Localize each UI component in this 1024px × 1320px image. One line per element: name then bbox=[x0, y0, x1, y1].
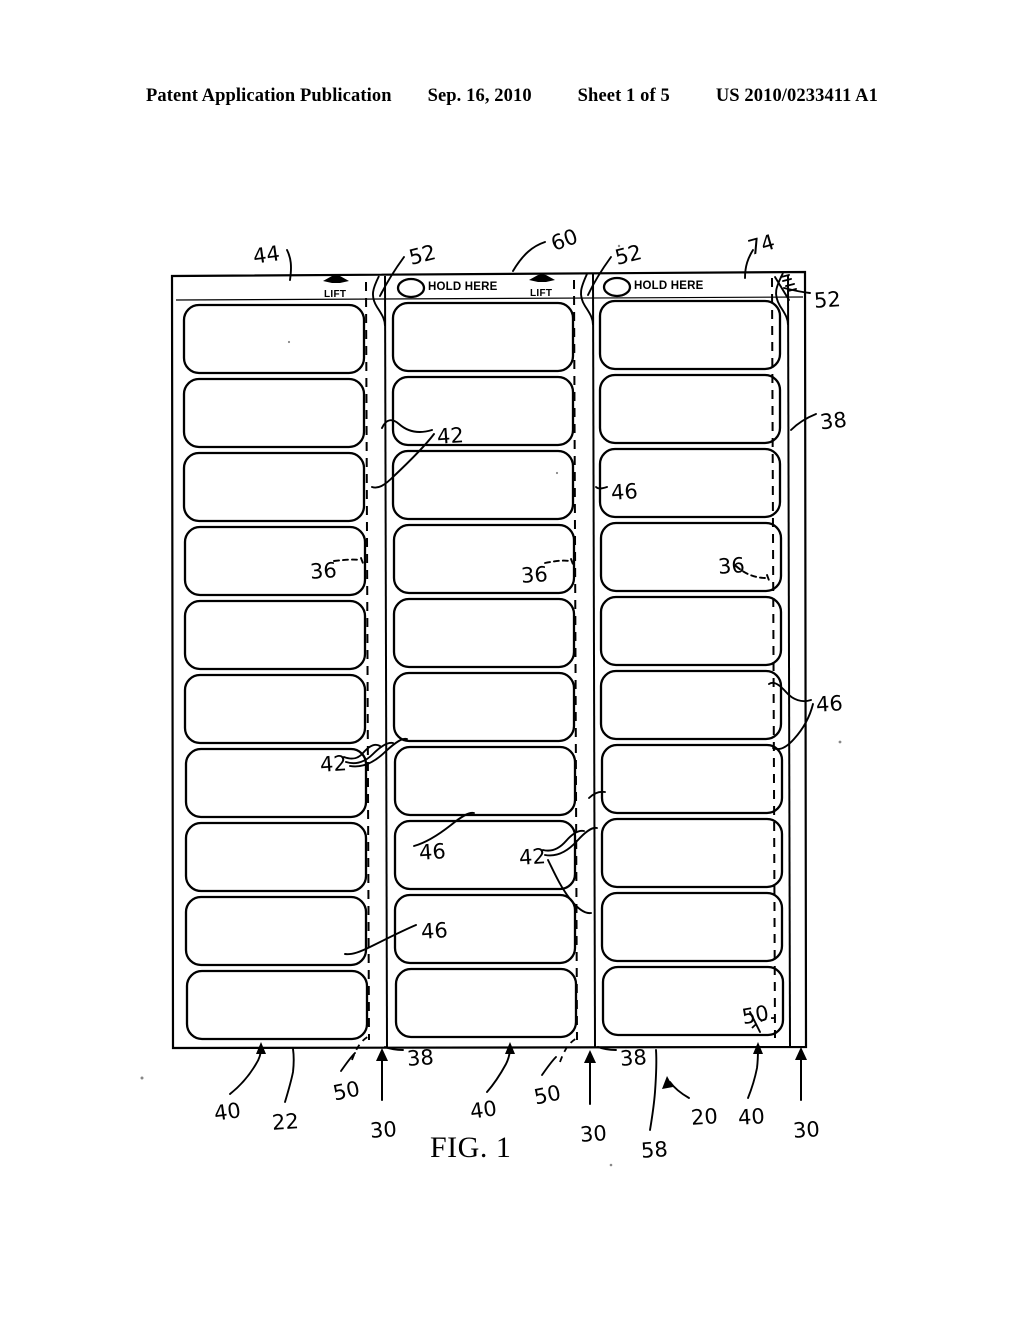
reference-numeral: 52 bbox=[813, 287, 842, 313]
label-cell[interactable] bbox=[600, 817, 784, 889]
reference-numeral: 44 bbox=[251, 241, 282, 269]
reference-numeral: 36 bbox=[309, 558, 338, 584]
lift-arrow-icon bbox=[323, 275, 349, 283]
label-cell[interactable] bbox=[599, 595, 783, 667]
top-strip-divider bbox=[175, 296, 804, 301]
reference-numeral: 38 bbox=[818, 407, 848, 435]
hold-oval-icon bbox=[602, 276, 632, 298]
reference-numeral: 22 bbox=[271, 1109, 300, 1135]
reference-numeral: 38 bbox=[406, 1045, 435, 1071]
hold-oval-icon bbox=[396, 277, 426, 299]
label-cell[interactable] bbox=[391, 449, 575, 521]
label-cell[interactable] bbox=[600, 891, 784, 963]
label-cell[interactable] bbox=[185, 969, 369, 1041]
hold-here-label: HOLD HERE bbox=[634, 280, 704, 292]
reference-numeral: 40 bbox=[468, 1096, 499, 1124]
reference-numeral: 36 bbox=[717, 553, 746, 579]
label-cell[interactable] bbox=[391, 375, 575, 447]
label-cell[interactable] bbox=[184, 821, 368, 893]
reference-numeral: 40 bbox=[737, 1104, 766, 1130]
label-cell[interactable] bbox=[392, 597, 576, 669]
reference-numeral: 58 bbox=[640, 1137, 669, 1163]
reference-numeral: 40 bbox=[212, 1098, 243, 1126]
label-cell[interactable] bbox=[183, 599, 367, 671]
reference-numeral: 42 bbox=[319, 751, 348, 777]
label-cell[interactable] bbox=[598, 373, 782, 445]
label-cell[interactable] bbox=[182, 303, 366, 375]
label-cell[interactable] bbox=[184, 895, 368, 967]
reference-numeral: 46 bbox=[610, 479, 639, 505]
figure-drawing bbox=[140, 241, 842, 1167]
label-cell[interactable] bbox=[393, 745, 577, 817]
reference-numeral: 50 bbox=[740, 1000, 771, 1030]
reference-numeral: 38 bbox=[619, 1045, 648, 1071]
reference-numeral: 30 bbox=[579, 1121, 608, 1147]
label-column-3 bbox=[598, 299, 785, 1037]
label-column-1 bbox=[182, 303, 369, 1041]
label-cell[interactable] bbox=[600, 743, 784, 815]
label-cell[interactable] bbox=[394, 967, 578, 1039]
figure-caption: FIG. 1 bbox=[430, 1131, 512, 1164]
lift-label: LIFT bbox=[530, 288, 553, 299]
label-cell[interactable] bbox=[182, 451, 366, 523]
label-cell[interactable] bbox=[598, 299, 782, 371]
reference-numeral: 36 bbox=[520, 562, 549, 588]
reference-numeral: 42 bbox=[518, 844, 547, 870]
reference-numeral: 46 bbox=[815, 691, 844, 717]
label-cell[interactable] bbox=[183, 673, 367, 745]
label-cell[interactable] bbox=[182, 377, 366, 449]
right-margin-line bbox=[787, 274, 791, 1048]
lift-label: LIFT bbox=[324, 289, 347, 300]
reference-numeral: 30 bbox=[792, 1117, 821, 1143]
label-cell[interactable] bbox=[391, 301, 575, 373]
reference-numeral: 42 bbox=[436, 423, 465, 449]
reference-numeral: 30 bbox=[369, 1117, 398, 1143]
column-separator-lines bbox=[384, 273, 596, 1048]
reference-numeral: 46 bbox=[418, 839, 447, 865]
lift-arrow-icon bbox=[529, 274, 555, 282]
hold-here-label: HOLD HERE bbox=[428, 281, 498, 293]
reference-numeral: 20 bbox=[690, 1104, 719, 1130]
scan-artifacts bbox=[140, 244, 842, 1167]
label-cell[interactable] bbox=[392, 671, 576, 743]
label-cell[interactable] bbox=[599, 521, 783, 593]
reference-numeral: 46 bbox=[420, 918, 449, 944]
label-cell[interactable] bbox=[599, 669, 783, 741]
backing-sheet-outline bbox=[170, 270, 808, 1050]
cut-arrowheads-30 bbox=[376, 1047, 807, 1063]
